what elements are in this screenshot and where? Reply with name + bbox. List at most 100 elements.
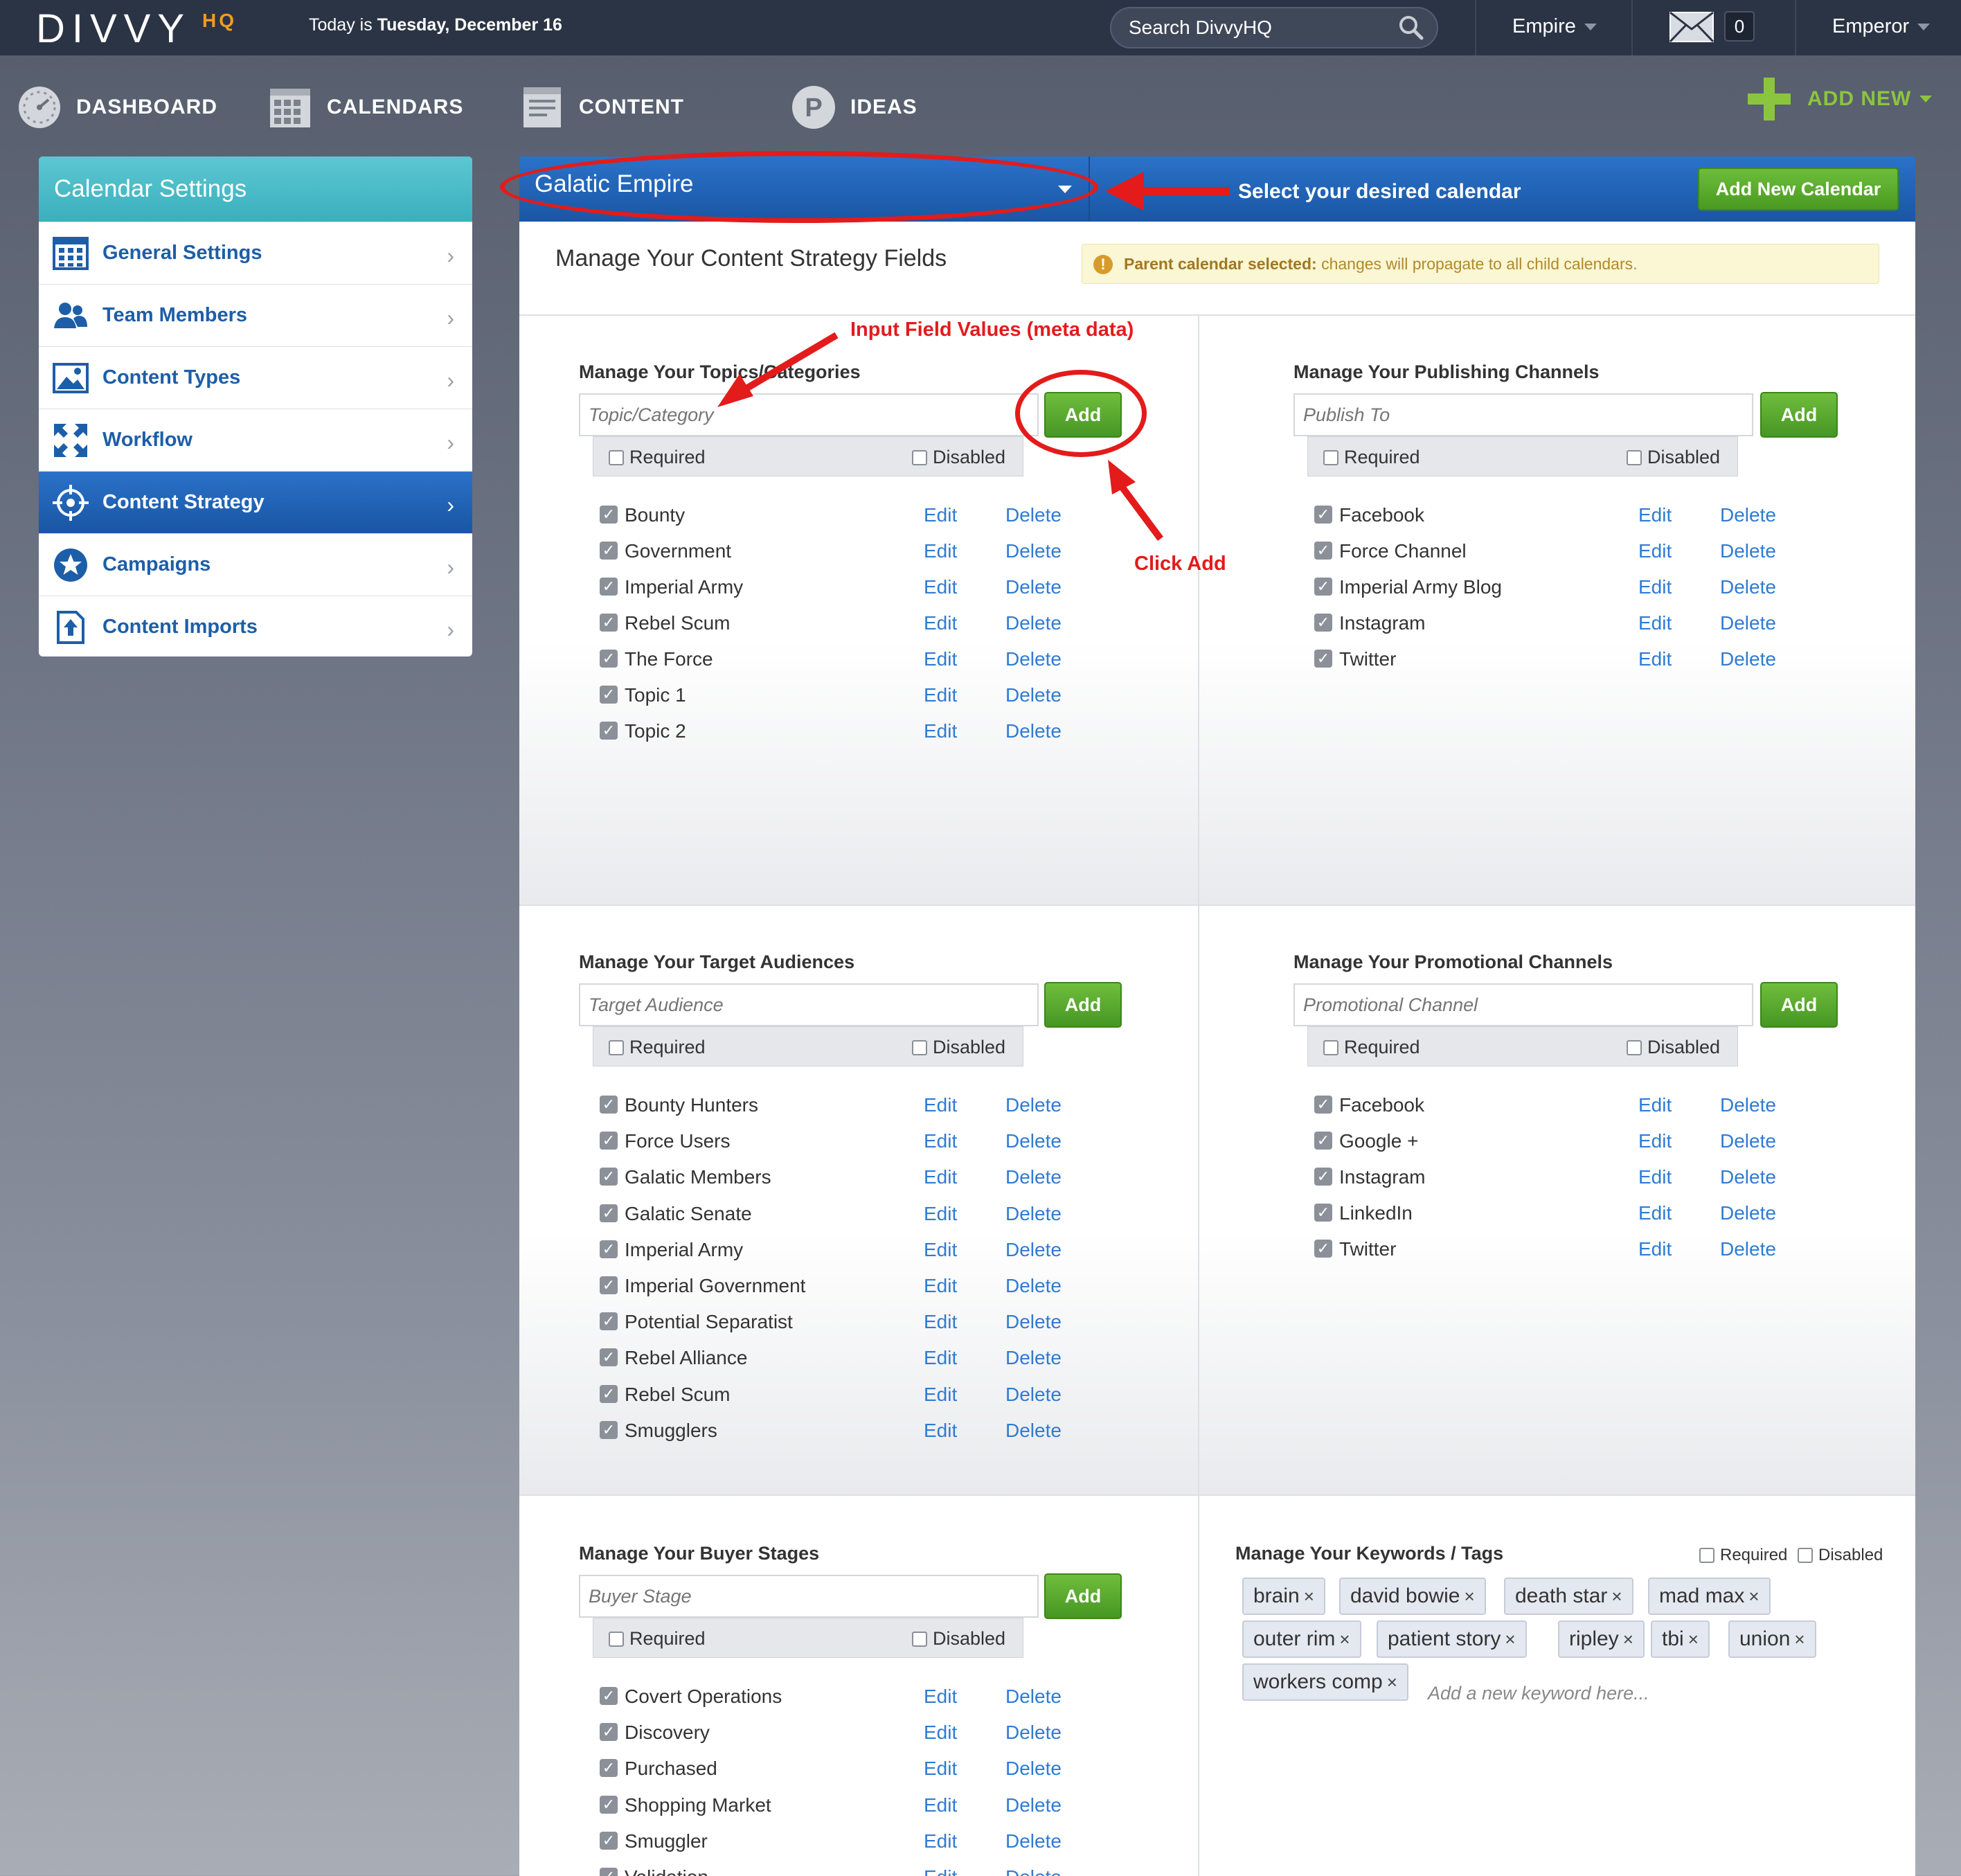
remove-tag-icon[interactable]: × <box>1464 1586 1474 1607</box>
edit-link[interactable]: Edit <box>1638 1238 1672 1260</box>
edit-link[interactable]: Edit <box>1638 612 1672 634</box>
required-checkbox[interactable]: Required <box>609 1628 706 1650</box>
nav-calendars[interactable]: CALENDARS <box>267 83 463 132</box>
keyword-tag[interactable]: tbi × <box>1651 1620 1710 1658</box>
sidebar-item-workflow[interactable]: Workflow › <box>39 409 472 471</box>
edit-link[interactable]: Edit <box>1638 1130 1672 1152</box>
delete-link[interactable]: Delete <box>1005 1866 1062 1876</box>
add-publishing-button[interactable]: Add <box>1760 392 1838 438</box>
nav-dashboard[interactable]: DASHBOARD <box>17 83 217 132</box>
keyword-tag[interactable]: union × <box>1728 1620 1816 1658</box>
checkbox[interactable] <box>912 449 927 465</box>
checkbox-checked[interactable]: ✓ <box>1314 506 1332 524</box>
edit-link[interactable]: Edit <box>924 1722 957 1744</box>
remove-tag-icon[interactable]: × <box>1339 1629 1350 1650</box>
edit-link[interactable]: Edit <box>1638 576 1672 598</box>
delete-link[interactable]: Delete <box>1720 1130 1776 1152</box>
delete-link[interactable]: Delete <box>1005 720 1062 742</box>
delete-link[interactable]: Delete <box>1005 612 1062 634</box>
checkbox[interactable] <box>609 449 624 465</box>
checkbox-checked[interactable]: ✓ <box>600 1132 618 1150</box>
remove-tag-icon[interactable]: × <box>1748 1586 1759 1607</box>
add-new-menu[interactable]: ADD NEW <box>1746 76 1933 122</box>
checkbox-checked[interactable]: ✓ <box>600 1312 618 1331</box>
sidebar-item-content-imports[interactable]: Content Imports › <box>39 596 472 656</box>
delete-link[interactable]: Delete <box>1005 1275 1062 1297</box>
sidebar-item-team-members[interactable]: Team Members › <box>39 284 472 346</box>
edit-link[interactable]: Edit <box>924 1420 957 1442</box>
add-new-calendar-button[interactable]: Add New Calendar <box>1698 168 1899 211</box>
delete-link[interactable]: Delete <box>1720 648 1776 670</box>
edit-link[interactable]: Edit <box>924 1686 957 1708</box>
edit-link[interactable]: Edit <box>924 504 957 526</box>
checkbox-checked[interactable]: ✓ <box>600 1831 618 1850</box>
edit-link[interactable]: Edit <box>924 1094 957 1116</box>
delete-link[interactable]: Delete <box>1005 1830 1062 1852</box>
checkbox-checked[interactable]: ✓ <box>1314 542 1332 560</box>
checkbox-checked[interactable]: ✓ <box>600 722 618 740</box>
delete-link[interactable]: Delete <box>1005 684 1062 706</box>
edit-link[interactable]: Edit <box>924 1130 957 1152</box>
delete-link[interactable]: Delete <box>1005 648 1062 670</box>
disabled-checkbox[interactable]: Disabled <box>1627 1037 1720 1058</box>
sidebar-item-campaigns[interactable]: Campaigns › <box>39 533 472 596</box>
checkbox-checked[interactable]: ✓ <box>1314 1096 1332 1114</box>
required-checkbox[interactable]: Required <box>1323 447 1420 468</box>
remove-tag-icon[interactable]: × <box>1623 1629 1633 1650</box>
logo[interactable]: DIVVY <box>36 6 191 52</box>
buyer-stage-input[interactable] <box>579 1575 1039 1618</box>
remove-tag-icon[interactable]: × <box>1387 1672 1397 1692</box>
required-checkbox[interactable]: Required <box>609 1037 706 1058</box>
keyword-tag[interactable]: mad max × <box>1648 1578 1771 1615</box>
delete-link[interactable]: Delete <box>1005 1311 1062 1333</box>
delete-link[interactable]: Delete <box>1005 1130 1062 1152</box>
publishing-input[interactable] <box>1293 393 1753 436</box>
checkbox-checked[interactable]: ✓ <box>600 1687 618 1705</box>
checkbox[interactable] <box>609 1631 624 1647</box>
checkbox-checked[interactable]: ✓ <box>1314 1132 1332 1150</box>
edit-link[interactable]: Edit <box>924 1239 957 1261</box>
search-input[interactable]: Search DivvyHQ <box>1129 17 1272 39</box>
add-audience-button[interactable]: Add <box>1044 982 1122 1028</box>
checkbox-checked[interactable]: ✓ <box>600 686 618 704</box>
delete-link[interactable]: Delete <box>1005 1166 1062 1188</box>
keyword-tag[interactable]: brain × <box>1242 1578 1325 1615</box>
search-icon[interactable] <box>1397 14 1425 42</box>
delete-link[interactable]: Delete <box>1005 1758 1062 1780</box>
delete-link[interactable]: Delete <box>1005 540 1062 562</box>
edit-link[interactable]: Edit <box>924 612 957 634</box>
checkbox[interactable] <box>1323 449 1338 465</box>
edit-link[interactable]: Edit <box>924 1794 957 1816</box>
keyword-tag[interactable]: david bowie × <box>1339 1578 1486 1615</box>
delete-link[interactable]: Delete <box>1005 1347 1062 1369</box>
delete-link[interactable]: Delete <box>1005 504 1062 526</box>
edit-link[interactable]: Edit <box>924 576 957 598</box>
promotional-input[interactable] <box>1293 983 1753 1026</box>
keyword-tag[interactable]: outer rim × <box>1242 1620 1361 1658</box>
checkbox-checked[interactable]: ✓ <box>600 1868 618 1876</box>
delete-link[interactable]: Delete <box>1720 540 1776 562</box>
disabled-checkbox[interactable]: Disabled <box>912 1037 1005 1058</box>
checkbox[interactable] <box>912 1039 927 1055</box>
sidebar-item-general-settings[interactable]: General Settings › <box>39 222 472 284</box>
edit-link[interactable]: Edit <box>924 1830 957 1852</box>
checkbox-checked[interactable]: ✓ <box>600 578 618 596</box>
disabled-checkbox[interactable]: Disabled <box>1627 447 1720 468</box>
user-menu[interactable]: Emperor <box>1832 15 1931 38</box>
org-menu[interactable]: Empire <box>1512 15 1597 38</box>
checkbox-checked[interactable]: ✓ <box>600 1240 618 1258</box>
edit-link[interactable]: Edit <box>924 648 957 670</box>
edit-link[interactable]: Edit <box>1638 504 1672 526</box>
delete-link[interactable]: Delete <box>1005 1686 1062 1708</box>
checkbox-checked[interactable]: ✓ <box>600 614 618 632</box>
checkbox[interactable] <box>609 1039 624 1055</box>
remove-tag-icon[interactable]: × <box>1505 1629 1515 1650</box>
keyword-tag[interactable]: workers comp × <box>1242 1663 1408 1701</box>
checkbox-checked[interactable]: ✓ <box>1314 614 1332 632</box>
edit-link[interactable]: Edit <box>924 540 957 562</box>
mail-icon[interactable] <box>1669 11 1714 43</box>
edit-link[interactable]: Edit <box>924 1311 957 1333</box>
delete-link[interactable]: Delete <box>1005 1239 1062 1261</box>
required-checkbox[interactable]: Required <box>1323 1037 1420 1058</box>
keyword-tag[interactable]: death star × <box>1504 1578 1633 1615</box>
